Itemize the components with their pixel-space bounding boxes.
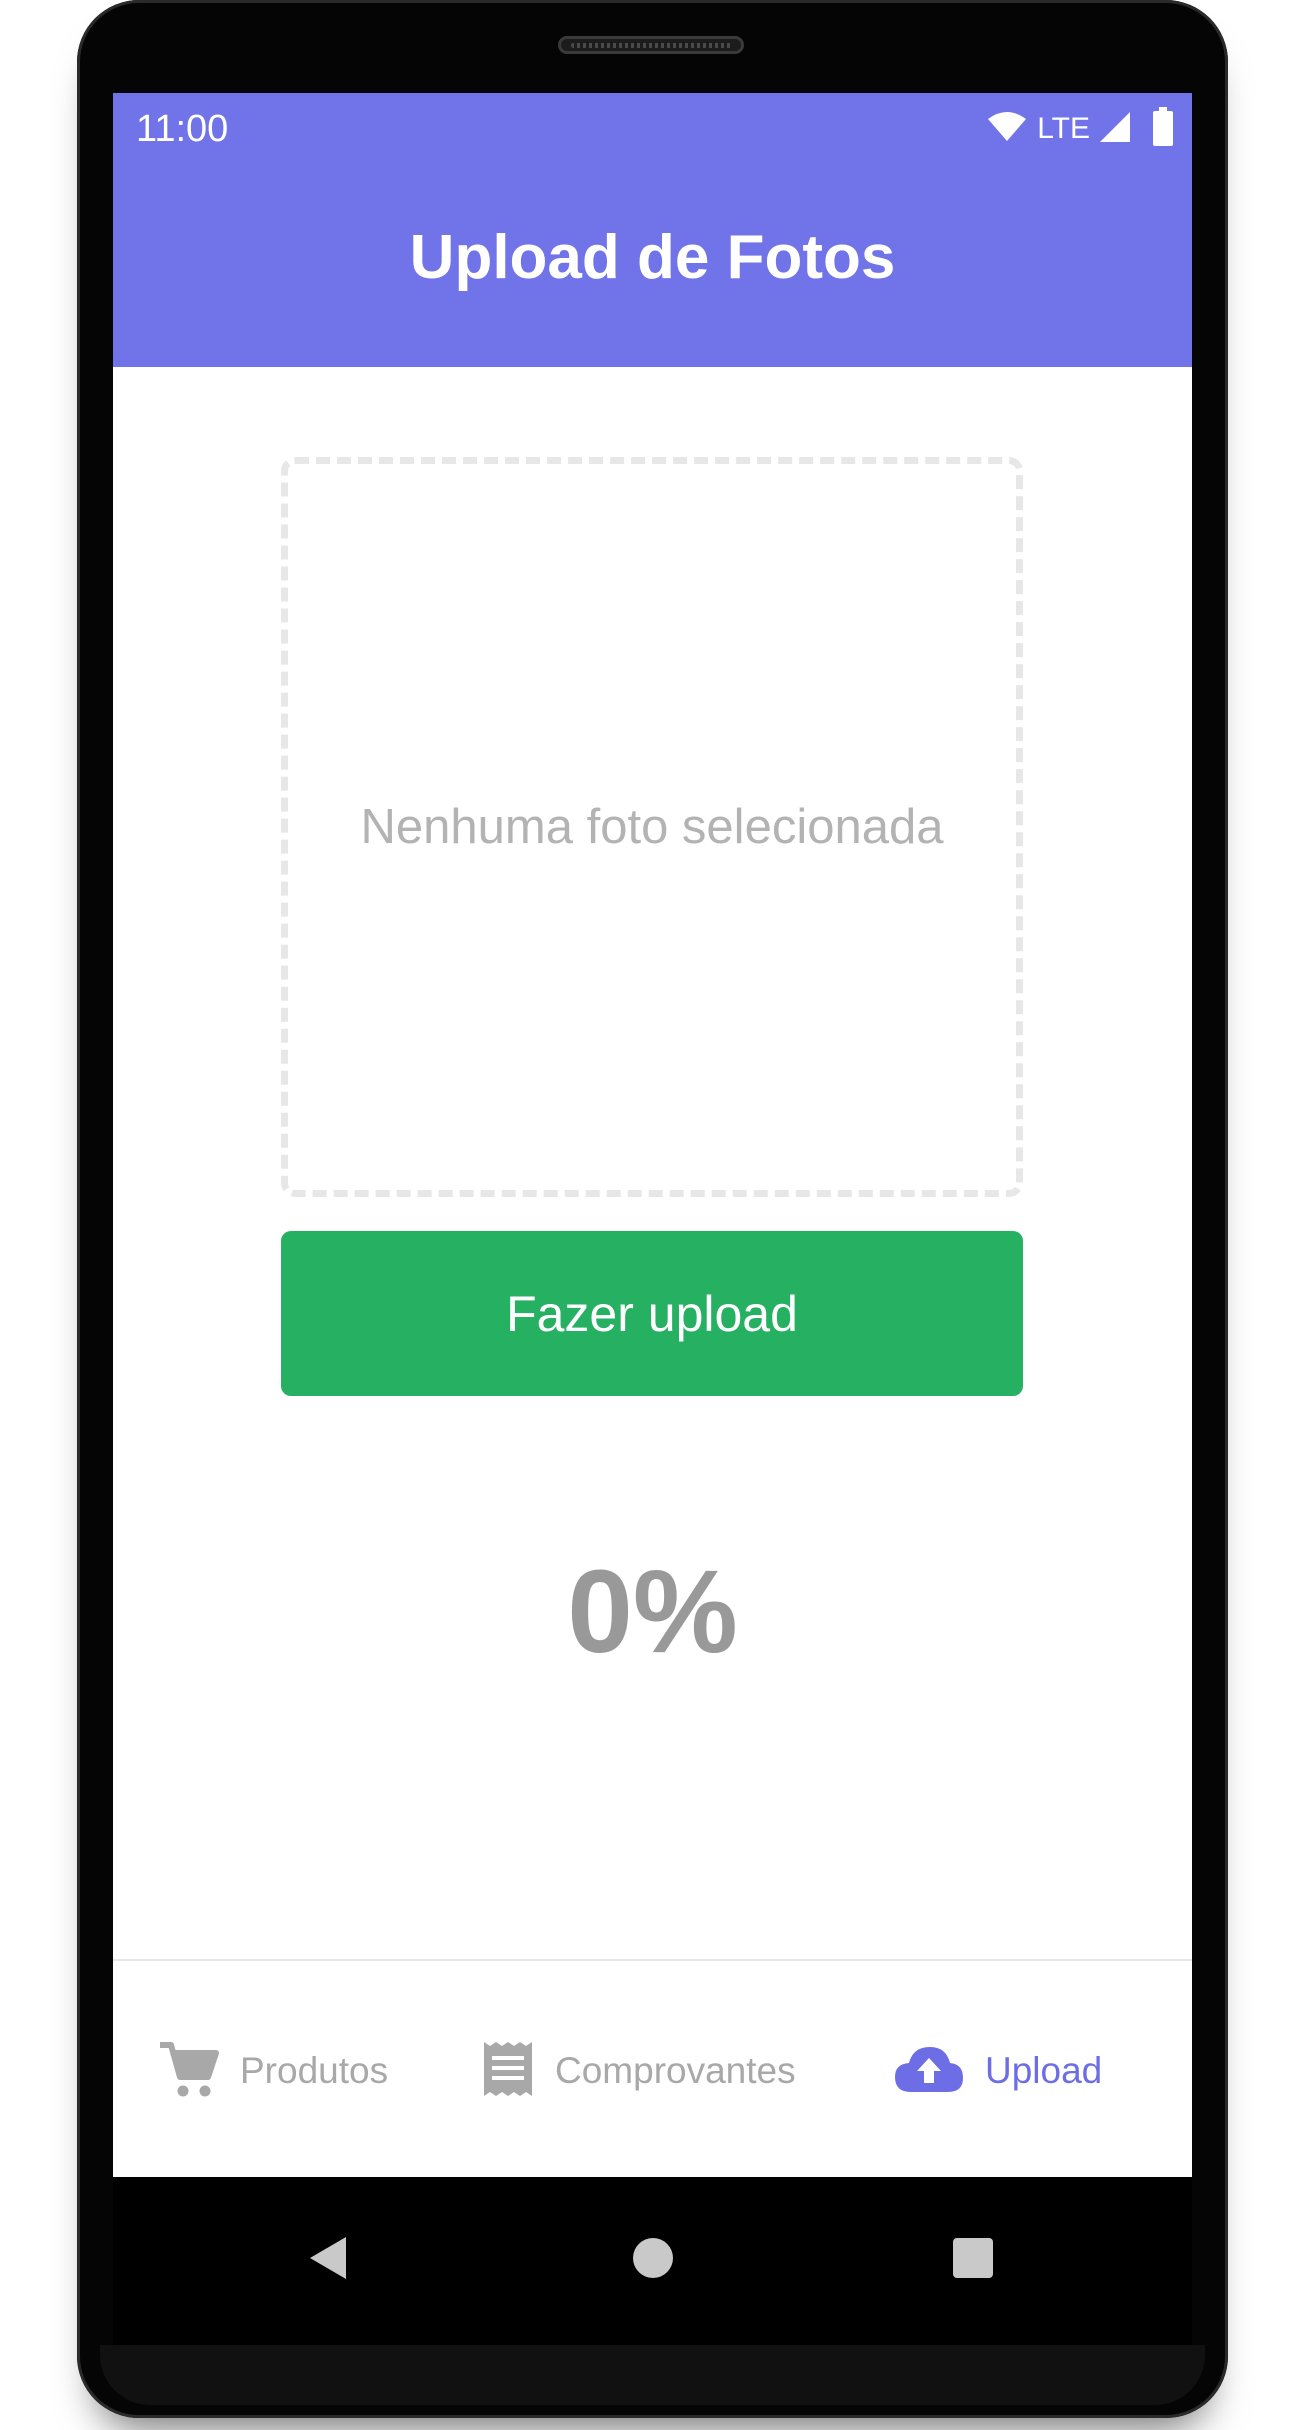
nav-item-comprovantes[interactable]: Comprovantes	[481, 2031, 796, 2111]
nav-item-produtos[interactable]: Produtos	[158, 2031, 388, 2111]
system-navigation-bar	[113, 2177, 1192, 2345]
signal-icon	[1098, 110, 1132, 149]
home-icon	[632, 2237, 674, 2284]
upload-button[interactable]: Fazer upload	[281, 1231, 1023, 1396]
nav-item-upload[interactable]: Upload	[893, 2031, 1102, 2111]
cart-icon	[158, 2039, 220, 2104]
nav-label-upload: Upload	[985, 2050, 1103, 2091]
battery-icon	[1152, 106, 1174, 152]
earpiece-speaker	[558, 36, 744, 54]
receipt-icon	[481, 2039, 535, 2104]
no-photo-message: Nenhuma foto selecionada	[360, 800, 944, 854]
recents-icon	[952, 2237, 994, 2284]
photo-preview-area[interactable]: Nenhuma foto selecionada	[281, 457, 1023, 1197]
home-button[interactable]	[618, 2225, 688, 2295]
back-icon	[306, 2235, 350, 2286]
network-type-label: LTE	[1037, 112, 1090, 145]
status-icons: LTE	[987, 106, 1174, 152]
app-bar: 11:00 LTE Upload de Fotos	[113, 93, 1192, 367]
status-time: 11:00	[136, 108, 229, 150]
phone-bottom-edge	[100, 2345, 1205, 2405]
page-title: Upload de Fotos	[409, 223, 896, 292]
recents-button[interactable]	[938, 2225, 1008, 2295]
device-canvas: 11:00 LTE Upload de Fotos Nenhuma foto s…	[0, 0, 1305, 2430]
upload-progress-percent: 0%	[567, 1546, 738, 1678]
wifi-icon	[987, 111, 1027, 148]
nav-label-produtos: Produtos	[240, 2050, 389, 2091]
cloud-upload-icon	[893, 2044, 965, 2099]
back-button[interactable]	[293, 2225, 363, 2295]
bottom-navigation: Produtos Comprovantes Upload	[113, 1959, 1192, 2177]
nav-label-comprovantes: Comprovantes	[555, 2050, 796, 2091]
app-screen: 11:00 LTE Upload de Fotos Nenhuma foto s…	[113, 93, 1192, 2177]
